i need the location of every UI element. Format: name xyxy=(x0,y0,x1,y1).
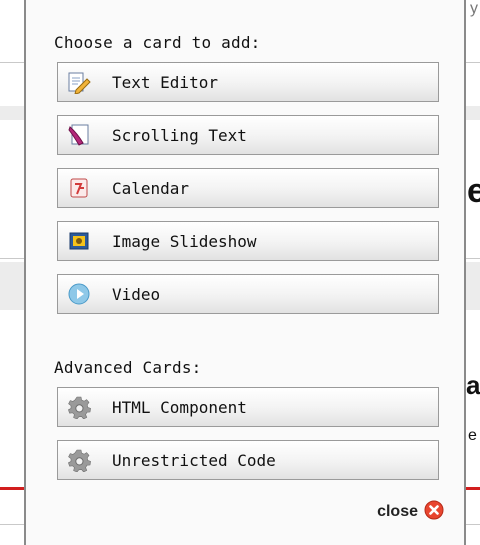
bg-red-rule xyxy=(466,487,480,490)
bg-red-rule xyxy=(0,487,24,490)
image-slideshow-button[interactable]: Image Slideshow xyxy=(57,221,439,261)
bg-text-fragment: y xyxy=(470,0,478,17)
close-label: close xyxy=(377,503,418,520)
text-editor-icon xyxy=(66,69,92,95)
gear-icon xyxy=(66,394,92,420)
unrestricted-code-button[interactable]: Unrestricted Code xyxy=(57,440,439,480)
calendar-button[interactable]: Calendar xyxy=(57,168,439,208)
image-slideshow-icon xyxy=(66,228,92,254)
bg-text-fragment: e xyxy=(468,427,477,444)
card-label: Text Editor xyxy=(112,72,218,92)
bg-text-fragment: a xyxy=(466,370,480,400)
calendar-icon xyxy=(66,175,92,201)
card-label: Image Slideshow xyxy=(112,231,257,251)
video-button[interactable]: Video xyxy=(57,274,439,314)
bg-divider xyxy=(466,258,480,259)
bg-divider xyxy=(0,524,24,525)
add-card-popup: Choose a card to add: Text Editor Scroll… xyxy=(24,0,466,545)
bg-band xyxy=(466,106,480,120)
scrolling-text-button[interactable]: Scrolling Text xyxy=(57,115,439,155)
video-icon xyxy=(66,281,92,307)
card-label: Video xyxy=(112,284,161,304)
bg-band xyxy=(466,262,480,310)
card-label: HTML Component xyxy=(112,397,247,417)
card-label: Unrestricted Code xyxy=(112,450,276,470)
choose-card-heading: Choose a card to add: xyxy=(54,33,261,52)
html-component-button[interactable]: HTML Component xyxy=(57,387,439,427)
bg-divider xyxy=(466,524,480,525)
bg-band xyxy=(0,106,24,120)
gear-icon xyxy=(66,447,92,473)
close-button[interactable]: close xyxy=(377,500,444,524)
bg-divider xyxy=(0,258,24,259)
advanced-cards-heading: Advanced Cards: xyxy=(54,358,202,377)
bg-band xyxy=(0,262,24,310)
bg-divider xyxy=(0,62,24,63)
close-icon xyxy=(424,500,444,524)
scrolling-text-icon xyxy=(66,122,92,148)
text-editor-button[interactable]: Text Editor xyxy=(57,62,439,102)
bg-text-fragment: e xyxy=(467,172,480,210)
card-label: Calendar xyxy=(112,178,190,198)
card-label: Scrolling Text xyxy=(112,125,247,145)
bg-divider xyxy=(466,62,480,63)
